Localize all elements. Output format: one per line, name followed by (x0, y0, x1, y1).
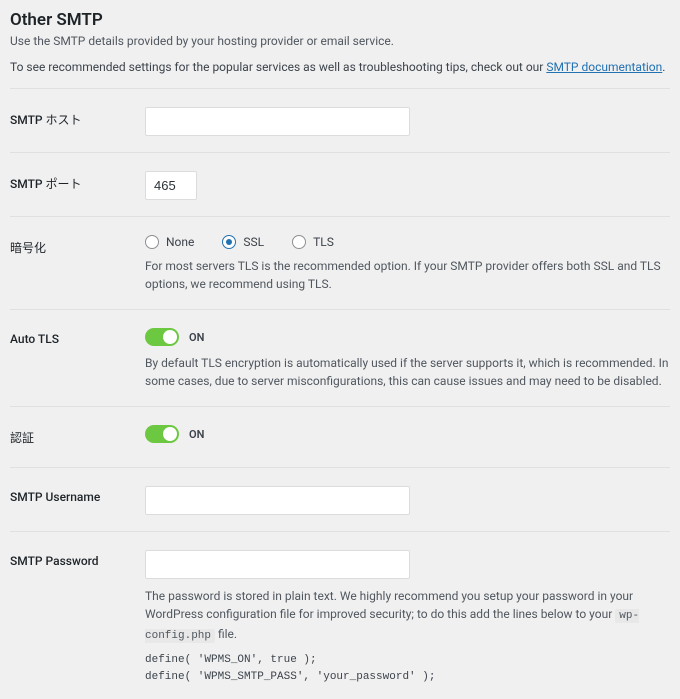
radio-ssl-label: SSL (243, 235, 264, 249)
smtp-port-input[interactable] (145, 171, 197, 200)
label-smtp-host: SMTP ホスト (10, 107, 145, 136)
encryption-radio-group: None SSL TLS (145, 235, 670, 249)
code-block: define( 'WPMS_ON', true ); define( 'WPMS… (145, 652, 670, 685)
label-auth: 認証 (10, 425, 145, 451)
radio-icon (222, 235, 236, 249)
auto-tls-toggle[interactable] (145, 328, 179, 346)
intro-text: To see recommended settings for the popu… (10, 60, 670, 74)
row-smtp-host: SMTP ホスト (10, 88, 670, 152)
auto-tls-state: ON (189, 331, 204, 344)
code-line-1: define( 'WPMS_ON', true ); (145, 652, 670, 669)
radio-icon (292, 235, 306, 249)
smtp-documentation-link[interactable]: SMTP documentation (546, 60, 662, 74)
row-password: SMTP Password The password is stored in … (10, 531, 670, 699)
smtp-host-input[interactable] (145, 107, 410, 136)
label-smtp-port: SMTP ポート (10, 171, 145, 200)
row-auth: 認証 ON (10, 406, 670, 467)
auth-state: ON (189, 428, 204, 441)
auto-tls-help: By default TLS encryption is automatical… (145, 354, 670, 390)
password-help-suffix: file. (215, 627, 237, 641)
section-title: Other SMTP (10, 10, 670, 30)
label-auto-tls: Auto TLS (10, 328, 145, 390)
row-auto-tls: Auto TLS ON By default TLS encryption is… (10, 309, 670, 406)
radio-none-label: None (166, 235, 194, 249)
smtp-password-input[interactable] (145, 550, 410, 579)
auth-toggle[interactable] (145, 425, 179, 443)
password-help-prefix: The password is stored in plain text. We… (145, 589, 633, 621)
radio-icon (145, 235, 159, 249)
radio-tls[interactable]: TLS (292, 235, 334, 249)
smtp-username-input[interactable] (145, 486, 410, 515)
row-username: SMTP Username (10, 467, 670, 531)
intro-prefix: To see recommended settings for the popu… (10, 60, 546, 74)
password-help: The password is stored in plain text. We… (145, 587, 670, 644)
radio-ssl[interactable]: SSL (222, 235, 264, 249)
label-password: SMTP Password (10, 550, 145, 685)
encryption-help: For most servers TLS is the recommended … (145, 257, 670, 293)
radio-tls-label: TLS (313, 235, 334, 249)
row-encryption: 暗号化 None SSL TLS For most servers TLS is… (10, 216, 670, 309)
row-smtp-port: SMTP ポート (10, 152, 670, 216)
radio-none[interactable]: None (145, 235, 194, 249)
label-encryption: 暗号化 (10, 235, 145, 293)
section-subtitle: Use the SMTP details provided by your ho… (10, 34, 670, 48)
intro-suffix: . (662, 60, 665, 74)
code-line-2: define( 'WPMS_SMTP_PASS', 'your_password… (145, 669, 670, 686)
label-username: SMTP Username (10, 486, 145, 515)
